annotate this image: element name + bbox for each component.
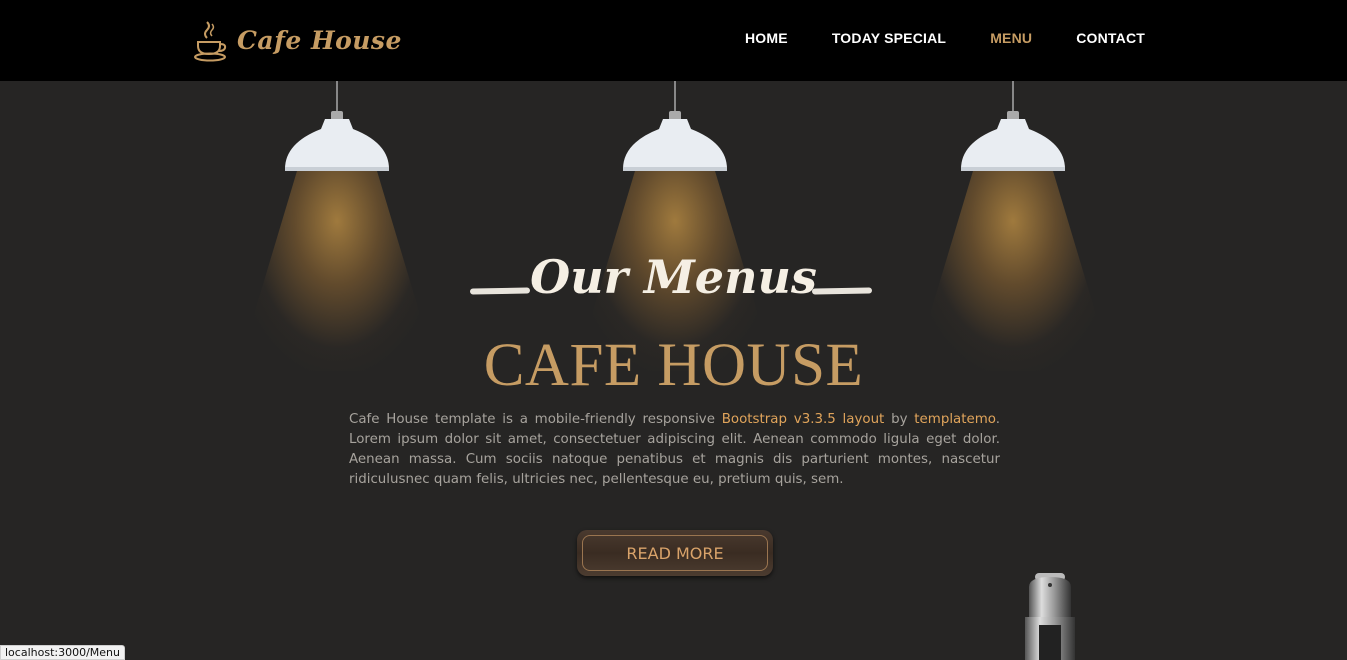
main-nav: HOME TODAY SPECIAL MENU CONTACT	[745, 28, 1189, 48]
coffee-cup-icon	[194, 21, 227, 62]
site-logo[interactable]: Cafe House	[193, 18, 402, 62]
read-more-button[interactable]: READ MORE	[577, 530, 773, 576]
logo-text: Cafe House	[237, 25, 402, 55]
section-script-title: Our Menus	[530, 250, 817, 304]
bootstrap-link[interactable]: Bootstrap v3.3.5 layout	[722, 412, 885, 427]
coffee-machine	[1025, 573, 1075, 660]
nav-menu[interactable]: MENU	[990, 28, 1032, 48]
hero-title: CAFE HOUSE	[483, 332, 864, 399]
nav-today-special[interactable]: TODAY SPECIAL	[832, 28, 946, 48]
templatemo-link[interactable]: templatemo	[914, 412, 995, 427]
nav-contact[interactable]: CONTACT	[1076, 28, 1145, 48]
hero-description: Cafe House template is a mobile-friendly…	[349, 412, 1000, 487]
nav-home[interactable]: HOME	[745, 28, 788, 48]
site-header: Cafe House HOME TODAY SPECIAL MENU CONTA…	[0, 0, 1347, 81]
browser-status-url: localhost:3000/Menu	[0, 645, 125, 660]
